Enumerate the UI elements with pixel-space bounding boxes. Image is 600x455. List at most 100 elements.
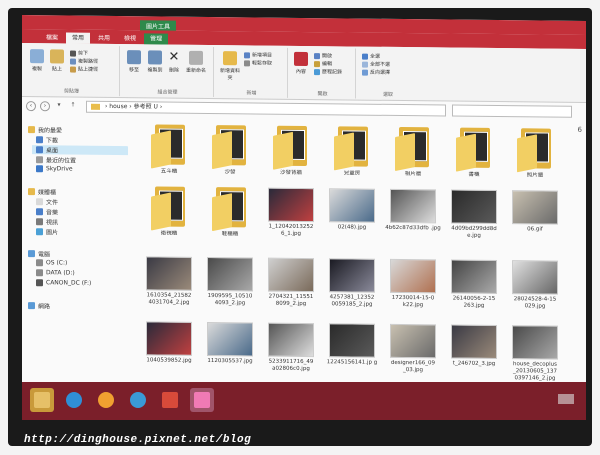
- nav-favorites[interactable]: 我的最愛: [28, 125, 62, 134]
- image-file-item[interactable]: 4257381_12352 0059185_2.jpg: [323, 258, 381, 309]
- cut-button[interactable]: 剪下: [70, 50, 88, 57]
- paste-button[interactable]: 貼上: [48, 49, 66, 72]
- nav-pictures[interactable]: 圖片: [36, 227, 58, 236]
- search-input[interactable]: [452, 104, 572, 118]
- nav-music[interactable]: 音樂: [36, 207, 58, 216]
- tab-share[interactable]: 共用: [92, 33, 116, 44]
- copy-path-button[interactable]: 複製路徑: [70, 58, 98, 65]
- nav-drive-c[interactable]: OS (C:): [36, 259, 67, 267]
- taskbar-gallery-button[interactable]: [158, 388, 182, 412]
- open-button[interactable]: 開啟: [314, 52, 332, 59]
- folder-item[interactable]: 衛視櫃: [140, 186, 198, 238]
- file-name-label: 五斗櫃: [160, 168, 178, 175]
- folder-item[interactable]: 沙發: [201, 125, 259, 177]
- image-file-item[interactable]: 1610354_21582 4031704_2.jpg: [140, 256, 198, 307]
- file-name-label: 4d09bd299dd8d e.jpg: [451, 225, 497, 239]
- select-none-button[interactable]: 全部不選: [362, 61, 390, 68]
- image-file-item[interactable]: 2704321_11551 8099_2.jpg: [262, 257, 320, 309]
- back-button[interactable]: ‹: [26, 101, 36, 112]
- folder-item[interactable]: 鞋櫃櫃: [201, 187, 259, 239]
- image-file-item[interactable]: 1040539852.jpg: [140, 321, 198, 365]
- tab-file[interactable]: 檔案: [40, 32, 64, 43]
- new-item-button[interactable]: 新增項目: [244, 51, 272, 59]
- folder-item[interactable]: 五斗櫃: [140, 124, 198, 176]
- nav-drive-d[interactable]: DATA (D:): [36, 269, 75, 277]
- tab-home[interactable]: 常用: [66, 32, 91, 44]
- nav-videos[interactable]: 視訊: [36, 217, 58, 226]
- invert-selection-button[interactable]: 反向選擇: [362, 69, 390, 76]
- file-grid: 五斗櫃 沙發 沙發背牆 兒童房 相片牆 書櫃 照片牆衛視櫃 鞋櫃櫃 1_12042013252 …: [136, 116, 586, 391]
- image-thumbnail-icon: [512, 325, 558, 360]
- select-all-icon: [362, 53, 368, 60]
- folder-item[interactable]: 書櫃: [445, 127, 503, 179]
- taskbar-ie-button[interactable]: [62, 388, 86, 412]
- folder-icon: [334, 126, 370, 171]
- taskbar-files-button[interactable]: [30, 388, 54, 412]
- paste-shortcut-button[interactable]: 貼上捷徑: [70, 66, 98, 73]
- up-button[interactable]: ↑: [68, 102, 78, 112]
- easy-access-button[interactable]: 輕鬆存取: [244, 59, 272, 67]
- recent-dropdown-icon[interactable]: ▾: [54, 101, 64, 111]
- nav-downloads[interactable]: 下載: [36, 135, 58, 144]
- folder-item[interactable]: 相片牆: [384, 126, 442, 179]
- open-group: 內容 開啟 編輯 歷程記錄 開啟: [290, 47, 356, 99]
- history-button[interactable]: 歷程記錄: [314, 68, 342, 75]
- image-file-item[interactable]: 26140056-2-15 263.jpg: [445, 259, 503, 310]
- image-file-item[interactable]: 06.gif: [506, 190, 564, 234]
- address-path: › house › 參考照 U ›: [105, 102, 163, 111]
- image-file-item[interactable]: 4b62c87d33dfb .jpg: [384, 188, 442, 233]
- nav-network[interactable]: 網路: [28, 301, 50, 310]
- properties-button[interactable]: 內容: [292, 51, 310, 75]
- nav-recent[interactable]: 最近的位置: [36, 155, 76, 165]
- nav-computer[interactable]: 電腦: [28, 249, 50, 258]
- folder-item[interactable]: 沙發背牆: [262, 125, 320, 178]
- image-thumbnail-icon: [390, 258, 436, 294]
- folder-icon: [395, 126, 431, 172]
- copy-to-button[interactable]: 複製到: [144, 50, 166, 74]
- taskbar-photos-button[interactable]: [190, 388, 214, 412]
- image-file-item[interactable]: 12245156141.jp g: [323, 323, 381, 367]
- nav-drive-f[interactable]: CANON_DC (F:): [36, 279, 91, 287]
- new-folder-button[interactable]: 新增資料夾: [218, 51, 242, 81]
- delete-button[interactable]: ✕ 刪除: [166, 49, 182, 74]
- image-file-item[interactable]: 1_12042013252 6_1.jpg: [262, 187, 320, 239]
- download-icon: [36, 136, 43, 144]
- image-file-item[interactable]: 5233911716_49 a02806c0.jpg: [262, 322, 320, 374]
- nav-documents[interactable]: 文件: [36, 197, 58, 206]
- tray-icon[interactable]: [558, 394, 574, 404]
- nav-desktop[interactable]: 桌面: [32, 145, 128, 156]
- image-file-item[interactable]: house_decoplus _20130605_137 0397146_2.j…: [506, 325, 564, 383]
- folder-item[interactable]: 兒童房: [323, 126, 381, 178]
- image-file-item[interactable]: 1120305537.jpg: [201, 321, 259, 366]
- move-to-button[interactable]: 移至: [124, 50, 144, 73]
- copy-path-icon: [70, 58, 76, 65]
- file-name-label: 照片牆: [526, 172, 544, 179]
- image-file-item[interactable]: 17230014-15-0 k22.jpg: [384, 258, 442, 310]
- rename-button[interactable]: 重新命名: [182, 50, 210, 74]
- delete-icon: ✕: [168, 49, 180, 65]
- edit-button[interactable]: 編輯: [314, 60, 332, 67]
- image-thumbnail-icon: [390, 323, 436, 359]
- image-file-item[interactable]: designer166_09 _03.jpg: [384, 323, 442, 375]
- image-file-item[interactable]: t_246702_3.jpg: [445, 324, 503, 368]
- taskbar-app-button[interactable]: [94, 388, 118, 412]
- image-file-item[interactable]: 28024528-4-15 029.jpg: [506, 260, 564, 311]
- file-name-label: designer166_09 _03.jpg: [390, 359, 436, 374]
- image-file-item[interactable]: 02(48).jpg: [323, 188, 381, 232]
- image-thumbnail-icon: [207, 256, 253, 292]
- copy-button[interactable]: 複製: [28, 49, 46, 72]
- file-name-label: 4b62c87d33dfb .jpg: [385, 224, 441, 232]
- select-all-button[interactable]: 全選: [362, 53, 380, 60]
- forward-button[interactable]: ›: [40, 101, 50, 112]
- taskbar-media-button[interactable]: [126, 388, 150, 412]
- image-file-item[interactable]: 1909595_10510 4093_2.jpg: [201, 256, 259, 308]
- file-name-label: 1610354_21582 4031704_2.jpg: [146, 292, 192, 306]
- image-file-item[interactable]: 4d09bd299dd8d e.jpg: [445, 189, 503, 240]
- tab-manage[interactable]: 管理: [144, 33, 169, 45]
- tab-view[interactable]: 檢視: [118, 33, 142, 44]
- folder-item[interactable]: 照片牆: [506, 128, 564, 180]
- nav-skydrive[interactable]: SkyDrive: [36, 165, 73, 173]
- nav-libraries[interactable]: 媒體櫃: [28, 187, 56, 196]
- address-bar[interactable]: › house › 參考照 U ›: [86, 100, 446, 117]
- file-name-label: 1120305537.jpg: [207, 357, 253, 365]
